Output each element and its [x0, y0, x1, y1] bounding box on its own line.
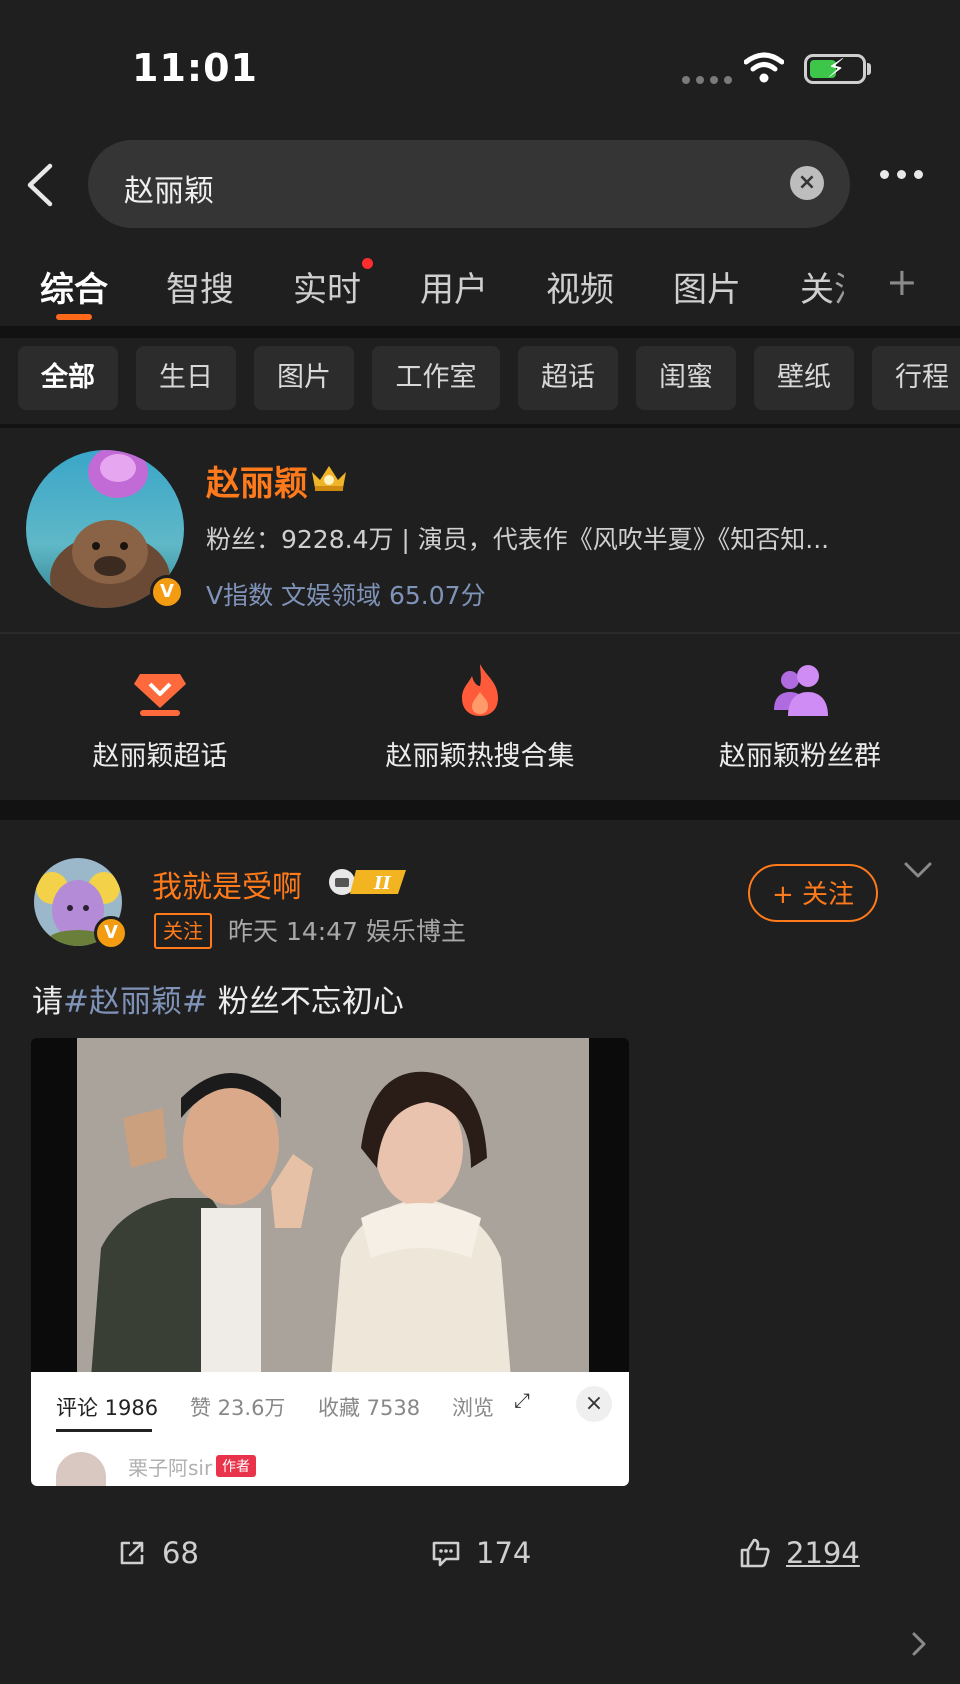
- verified-badge-icon: V: [150, 575, 184, 609]
- thumbs-up-icon: [740, 1538, 770, 1568]
- v-index[interactable]: V指数 文娱领域 65.07分: [206, 576, 486, 612]
- divider: [0, 424, 960, 428]
- author-tag: 作者: [216, 1455, 256, 1477]
- quicklink-label: 赵丽颖超话: [92, 741, 228, 772]
- panel-tab-favorites[interactable]: 收藏 7538: [318, 1392, 420, 1422]
- quicklink-hot-search[interactable]: 赵丽颖热搜合集: [320, 660, 640, 773]
- chip-supertopic[interactable]: 超话: [518, 346, 618, 410]
- chip-birthday[interactable]: 生日: [136, 346, 236, 410]
- fan-group-icon: [774, 665, 828, 716]
- active-tab-indicator: [56, 314, 92, 320]
- more-options-icon[interactable]: [880, 170, 923, 179]
- verified-badge-icon: V: [94, 916, 128, 950]
- chip-schedule[interactable]: 行程: [872, 346, 960, 410]
- quicklink-fan-group[interactable]: 赵丽颖粉丝群: [640, 660, 960, 773]
- panel-tab-comments[interactable]: 评论 1986: [56, 1392, 158, 1422]
- add-tab-icon[interactable]: +: [886, 260, 918, 304]
- panel-tab-indicator: [56, 1429, 152, 1432]
- close-icon[interactable]: ×: [576, 1386, 612, 1422]
- battery-tip: [867, 63, 871, 75]
- chip-studio[interactable]: 工作室: [372, 346, 500, 410]
- comment-icon: [432, 1541, 460, 1567]
- divider: [0, 632, 960, 634]
- post-text: 请#赵丽颖# 粉丝不忘初心: [32, 984, 404, 1020]
- clear-search-icon[interactable]: ×: [790, 166, 824, 200]
- chevron-down-icon[interactable]: [902, 858, 934, 882]
- divider: [0, 800, 960, 820]
- tab-smart-search[interactable]: 智搜: [166, 262, 234, 311]
- hashtag-link[interactable]: #赵丽颖#: [63, 984, 208, 1020]
- status-time: 11:01: [132, 46, 258, 90]
- share-button[interactable]: 68: [116, 1536, 199, 1570]
- wifi-icon: [744, 52, 784, 83]
- search-query[interactable]: 赵丽颖: [124, 166, 214, 210]
- poster-name[interactable]: 我就是受啊: [152, 862, 302, 906]
- tab-realtime[interactable]: 实时: [293, 262, 361, 311]
- back-icon[interactable]: [20, 160, 60, 210]
- commenter-name: 栗子阿sir: [128, 1456, 213, 1480]
- divider: [0, 326, 960, 338]
- follow-tag: 关注: [154, 913, 212, 949]
- follow-button[interactable]: + 关注: [748, 864, 878, 922]
- svg-text:II: II: [373, 873, 391, 894]
- cellular-signal-icon: [682, 76, 732, 84]
- quicklink-supertopic[interactable]: 赵丽颖超话: [0, 660, 320, 773]
- tab-videos[interactable]: 视频: [546, 262, 614, 311]
- panel-tab-likes[interactable]: 赞 23.6万: [190, 1392, 285, 1422]
- chevron-right-icon[interactable]: [910, 1630, 928, 1658]
- chip-bestie[interactable]: 闺蜜: [636, 346, 736, 410]
- level-badge-icon: II: [329, 869, 406, 895]
- like-count: 2194: [786, 1536, 860, 1570]
- supertopic-icon: [134, 674, 186, 716]
- share-icon: [120, 1541, 144, 1565]
- battery-icon: ⚡: [804, 54, 866, 84]
- crown-badge-icon: [312, 466, 346, 491]
- tab-images[interactable]: 图片: [673, 262, 741, 311]
- quicklink-label: 赵丽颖粉丝群: [719, 741, 881, 772]
- quicklink-label: 赵丽颖热搜合集: [385, 741, 575, 772]
- panel-tab-views[interactable]: 浏览: [452, 1392, 494, 1422]
- chip-all[interactable]: 全部: [18, 346, 118, 410]
- comment-count: 174: [476, 1536, 532, 1570]
- new-content-dot: [362, 258, 373, 269]
- like-button[interactable]: 2194: [738, 1536, 860, 1570]
- profile-name[interactable]: 赵丽颖: [206, 456, 308, 505]
- profile-description: 粉丝：9228.4万 | 演员，代表作《风吹半夏》《知否知...: [206, 525, 830, 554]
- comment-button[interactable]: 174: [430, 1536, 531, 1570]
- chip-images[interactable]: 图片: [254, 346, 354, 410]
- fire-icon: [462, 664, 498, 716]
- expand-icon[interactable]: ⤢: [514, 1388, 530, 1412]
- tab-fade: [826, 250, 876, 310]
- post-meta: 昨天 14:47 娱乐博主: [228, 917, 466, 946]
- share-count: 68: [162, 1536, 199, 1570]
- chip-wallpaper[interactable]: 壁纸: [754, 346, 854, 410]
- tab-comprehensive[interactable]: 综合: [40, 262, 108, 311]
- tab-users[interactable]: 用户: [420, 262, 488, 311]
